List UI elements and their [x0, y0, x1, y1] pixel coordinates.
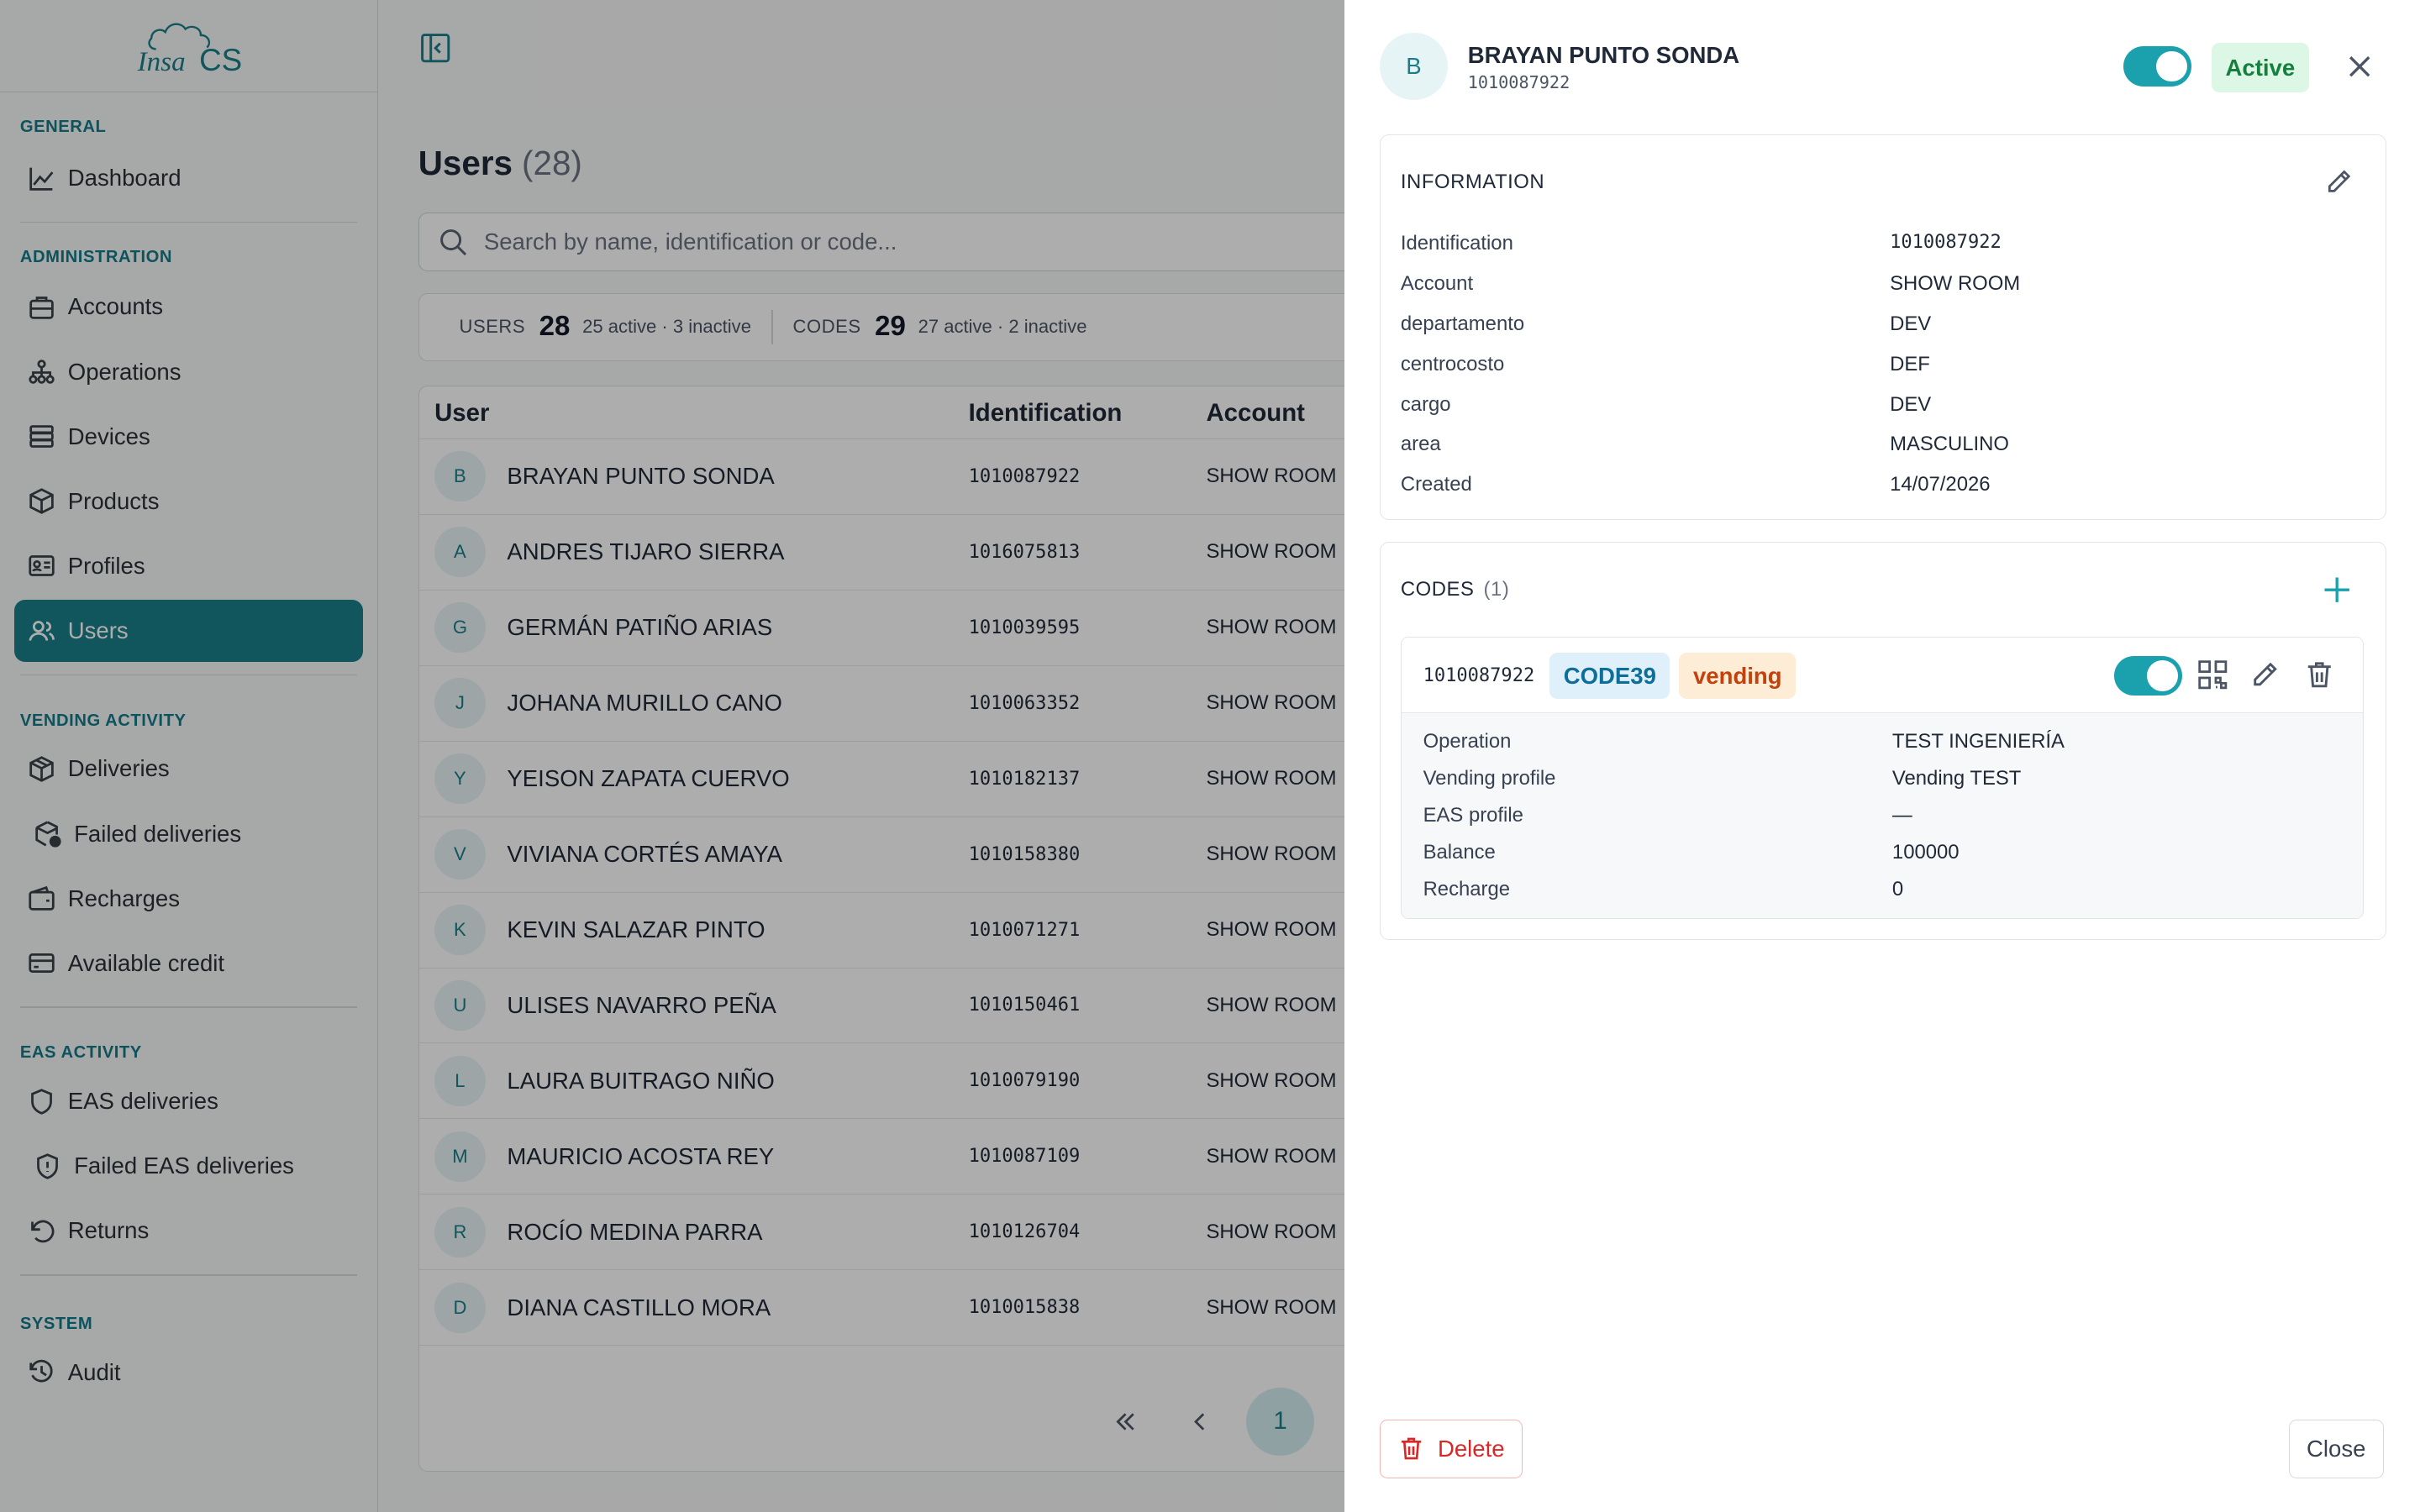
code-detail-label: Balance [1423, 841, 1496, 864]
info-value: DEF [1890, 352, 1930, 375]
code-type-badge: CODE39 [1549, 653, 1670, 700]
delete-button[interactable]: Delete [1380, 1419, 1523, 1478]
code-header: 1010087922 CODE39 vending [1401, 637, 2363, 713]
add-code-icon[interactable] [2320, 573, 2354, 606]
edit-icon[interactable] [2323, 166, 2354, 197]
code-detail-label: Operation [1423, 729, 1512, 753]
avatar: B [1380, 32, 1448, 101]
trash-icon[interactable] [2303, 659, 2336, 691]
edit-icon[interactable] [2249, 659, 2281, 691]
code-detail-row: Balance 100000 [1423, 841, 2349, 864]
code-value: 1010087922 [1423, 664, 1535, 686]
code-active-toggle[interactable] [2114, 655, 2183, 696]
code-detail-label: Recharge [1423, 878, 1511, 901]
info-value: MASCULINO [1890, 433, 2009, 456]
info-value: 14/07/2026 [1890, 473, 1991, 496]
trash-icon [1397, 1435, 1425, 1462]
info-row: Created 14/07/2026 [1401, 473, 2358, 496]
code-detail-label: Vending profile [1423, 766, 1556, 790]
codes-count: (1) [1483, 577, 1510, 601]
info-label: Created [1400, 473, 1472, 496]
info-value: DEV [1890, 312, 1932, 335]
code-detail-row: Vending profile Vending TEST [1423, 767, 2349, 790]
info-label: centrocosto [1400, 352, 1505, 375]
user-detail-drawer: B BRAYAN PUNTO SONDA 1010087922 Active I… [1344, 0, 2420, 1512]
code-detail-value: Vending TEST [1891, 766, 2022, 790]
info-value: DEV [1890, 392, 1932, 416]
user-active-toggle[interactable] [2123, 46, 2192, 87]
user-name: BRAYAN PUNTO SONDA [1467, 41, 1740, 68]
code-detail-row: Operation TEST INGENIERÍA [1423, 730, 2349, 753]
status-badge: Active [2211, 43, 2309, 93]
code-detail-value: 100000 [1891, 841, 1960, 864]
code-detail-row: EAS profile — [1423, 804, 2349, 827]
code-detail-value: 0 [1891, 878, 1904, 901]
info-row: centrocosto DEF [1401, 353, 2358, 376]
info-label: Account [1400, 272, 1474, 296]
code-detail-value: — [1891, 804, 1912, 827]
code-details: Operation TEST INGENIERÍA Vending profile V… [1401, 712, 2363, 918]
user-id: 1010087922 [1467, 72, 1570, 93]
info-row: departamento DEV [1401, 312, 2358, 336]
information-card: INFORMATION Identification 1010087922 Acco… [1380, 134, 2386, 520]
info-row: Identification 1010087922 [1401, 232, 2358, 255]
code-detail-value: TEST INGENIERÍA [1891, 729, 2065, 753]
modal-backdrop[interactable] [0, 0, 1344, 1512]
info-label: area [1400, 433, 1441, 456]
info-row: Account SHOW ROOM [1401, 272, 2358, 296]
code-kind-badge: vending [1679, 653, 1797, 700]
code-item: 1010087922 CODE39 vending Operation TEST … [1400, 636, 2364, 919]
info-row: area MASCULINO [1401, 433, 2358, 456]
codes-card: CODES (1) 1010087922 CODE39 vending Oper… [1380, 541, 2386, 940]
info-label: departamento [1400, 312, 1525, 335]
code-detail-row: Recharge 0 [1423, 878, 2349, 901]
info-value: SHOW ROOM [1890, 272, 2021, 296]
delete-button-label: Delete [1437, 1435, 1505, 1462]
codes-title: CODES (1) [1400, 577, 1510, 601]
information-title: INFORMATION [1400, 171, 1545, 194]
qr-code-icon[interactable] [2196, 659, 2229, 691]
code-detail-label: EAS profile [1423, 804, 1523, 827]
close-icon[interactable] [2343, 50, 2376, 83]
info-row: cargo DEV [1401, 393, 2358, 417]
info-value: 1010087922 [1890, 232, 2002, 254]
info-label: cargo [1400, 392, 1451, 416]
close-button[interactable]: Close [2288, 1419, 2384, 1478]
info-label: Identification [1400, 232, 1513, 255]
